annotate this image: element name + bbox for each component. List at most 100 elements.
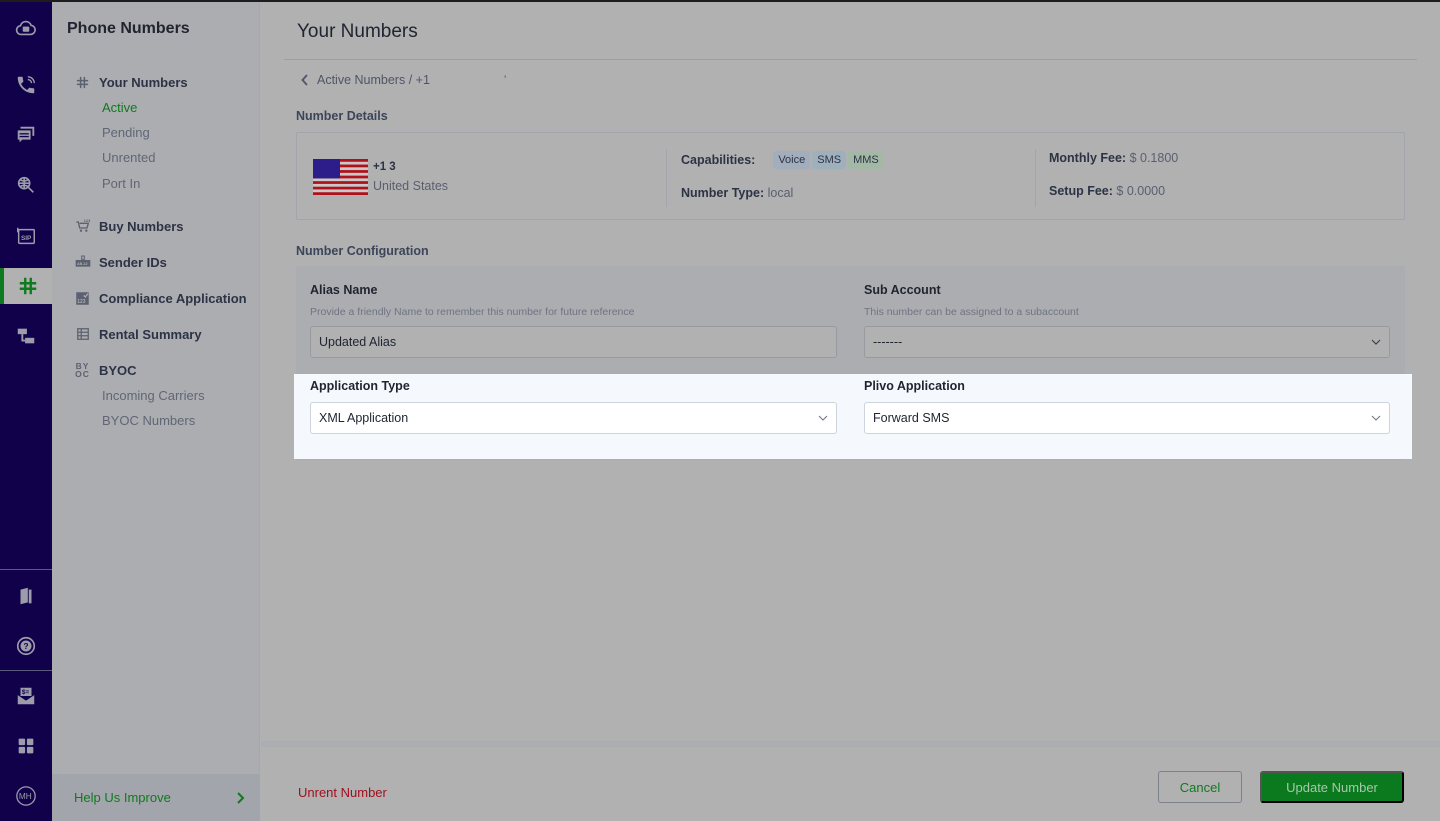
plivo-application-select[interactable]: Forward SMS [864,402,1390,434]
apps-grid-icon [18,738,34,754]
messaging-icon [17,126,35,143]
application-type-label: Application Type [310,379,410,393]
breadcrumb[interactable]: Active Numbers / +1 ’ [301,73,506,87]
setup-fee-value: $ 0.0000 [1116,184,1166,198]
rail-messaging[interactable] [0,117,52,153]
avatar-icon: MH [16,786,36,806]
monthly-fee-value: $ 0.1800 [1129,151,1179,165]
sidebar-subitem-unrented[interactable]: Unrented [102,150,155,165]
sidebar-item-sender-ids[interactable]: AB-12 Sender IDs [74,254,167,270]
rail-voice[interactable] [0,67,52,103]
rail-sip[interactable]: SIP [0,218,52,254]
number-details-heading: Number Details [296,109,388,123]
compliance-icon: 123 [74,290,91,306]
phone-number: +1 3 [373,161,396,173]
sidebar-item-label: Compliance Application [99,290,247,306]
help-us-improve-label: Help Us Improve [74,790,171,805]
sidebar-item-your-numbers[interactable]: Your Numbers [74,74,188,90]
capability-badge-sms: SMS [812,151,847,169]
sidebar: Phone Numbers Your Numbers Active Pendin… [52,2,260,821]
chevron-left-icon [301,74,308,86]
plivo-application-label: Plivo Application [864,379,965,393]
svg-text:123: 123 [77,298,86,304]
plivo-application-value: Forward SMS [873,411,950,425]
monthly-fee-label: Monthly Fee: [1049,151,1127,165]
breadcrumb-tail: ’ [503,74,507,86]
alias-name-value: Updated Alias [319,335,397,349]
sidebar-subitem-byoc-numbers[interactable]: BYOC Numbers [102,413,195,428]
sender-id-icon: AB-12 [74,254,91,270]
cart-icon: 123 [74,218,91,234]
rail-apps[interactable] [0,728,52,764]
setup-fee-label: Setup Fee: [1049,184,1113,198]
update-number-button[interactable]: Update Number [1260,771,1404,803]
docs-icon [20,587,32,605]
number-type-label: Number Type: [681,186,765,200]
list-icon [74,326,91,342]
alias-name-input[interactable]: Updated Alias [310,326,837,358]
icon-rail: SIP ? $= MH [0,2,52,821]
sidebar-item-compliance-application[interactable]: 123 Compliance Application [74,290,247,306]
rail-help[interactable]: ? [0,628,52,664]
setup-fee: Setup Fee: $ 0.0000 [1049,184,1165,198]
sub-account-select[interactable]: ------- [864,326,1390,358]
cancel-button[interactable]: Cancel [1158,771,1242,803]
rail-lookup[interactable] [0,167,52,203]
sidebar-item-label: Buy Numbers [99,218,184,234]
sidebar-subitem-incoming-carriers[interactable]: Incoming Carriers [102,388,205,403]
rail-billing[interactable]: $= [0,678,52,714]
sidebar-subitem-port-in[interactable]: Port In [102,176,140,191]
sub-account-value: ------- [873,335,903,349]
rail-divider [0,569,52,570]
help-us-improve-link[interactable]: Help Us Improve [52,774,260,821]
byoc-icon: BY OC [75,361,90,379]
chevron-right-icon [237,791,245,804]
sidebar-item-byoc[interactable]: BY OC BYOC [74,361,136,379]
application-type-select[interactable]: XML Application [310,402,837,434]
svg-text:AB-12: AB-12 [77,262,88,266]
details-divider [666,149,667,207]
chevron-down-icon [818,415,828,421]
sip-icon: SIP [17,227,35,245]
title-divider [284,59,1417,60]
application-config-row: Application Type XML Application Plivo A… [294,374,1412,459]
rail-flows[interactable] [0,318,52,354]
sidebar-item-label: Your Numbers [99,74,188,90]
sidebar-item-label: Rental Summary [99,326,202,342]
avatar[interactable]: MH [0,778,52,814]
sidebar-item-buy-numbers[interactable]: 123 Buy Numbers [74,218,184,234]
unrent-number-link[interactable]: Unrent Number [298,785,387,800]
sidebar-subitem-pending[interactable]: Pending [102,125,150,140]
capabilities: Capabilities: Voice SMS MMS [681,151,886,169]
rail-docs[interactable] [0,578,52,614]
country: United States [373,179,449,193]
capability-badge-voice: Voice [773,151,811,169]
hash-icon [74,74,91,90]
action-footer: Unrent Number Cancel Update Number [261,741,1440,821]
chevron-down-icon [1371,415,1381,421]
sidebar-title: Phone Numbers [67,20,190,37]
alias-name-label: Alias Name [310,283,378,297]
application-type-value: XML Application [319,411,409,425]
svg-text:?: ? [24,642,29,651]
capabilities-label: Capabilities: [681,153,756,167]
monthly-fee: Monthly Fee: $ 0.1800 [1049,151,1178,165]
billing-icon: $= [17,687,35,705]
rail-home[interactable] [0,10,52,46]
number-type-value: local [767,186,794,200]
sidebar-item-label: Sender IDs [99,254,167,270]
svg-text:SIP: SIP [21,235,32,242]
voice-icon [17,76,35,94]
sidebar-item-rental-summary[interactable]: Rental Summary [74,326,202,342]
number-type: Number Type: local [681,186,793,200]
sidebar-subitem-active[interactable]: Active [102,100,137,115]
rail-phone-numbers[interactable] [0,268,52,304]
sub-account-help: This number can be assigned to a subacco… [864,306,1079,318]
number-details-card: +1 3 United States Capabilities: Voice S… [296,132,1405,220]
breadcrumb-text: Active Numbers / +1 [317,73,430,87]
svg-text:$=: $= [22,689,30,696]
number-configuration-heading: Number Configuration [296,244,429,258]
svg-text:123: 123 [83,218,90,223]
page-title: Your Numbers [297,21,418,42]
help-icon: ? [16,636,36,656]
